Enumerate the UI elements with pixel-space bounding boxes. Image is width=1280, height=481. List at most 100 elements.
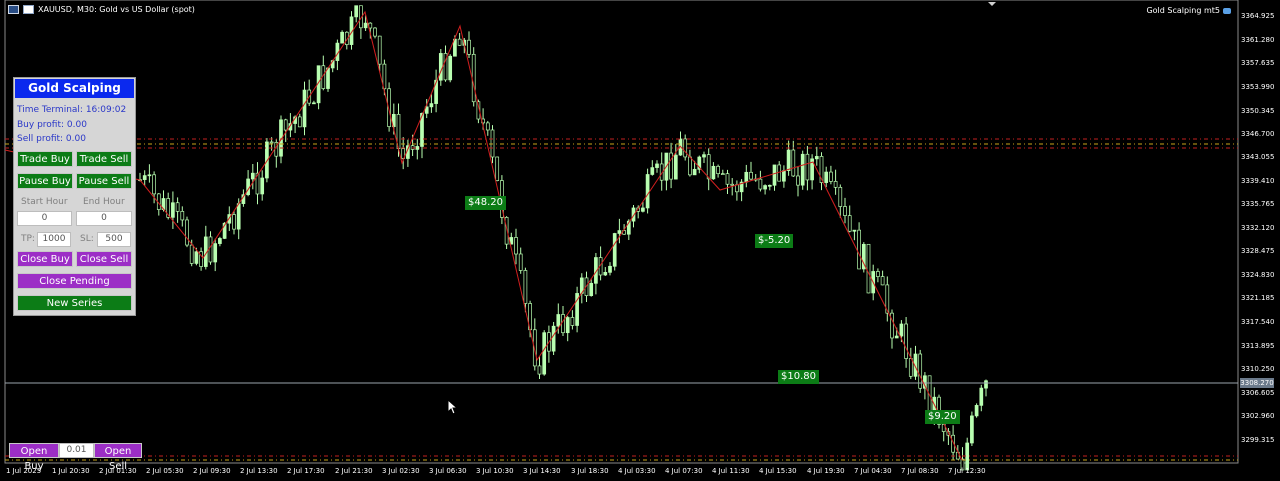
candle-body (852, 229, 857, 232)
expert-advisor-label[interactable]: Gold Scalping mt5 (1146, 6, 1231, 15)
price-label: 3317.540 (1241, 318, 1275, 326)
candle-body (415, 146, 420, 150)
time-label: 2 Jul 05:30 (146, 467, 184, 475)
mouse-cursor-icon (447, 399, 457, 415)
candle-body (312, 102, 316, 105)
candle-body (236, 203, 241, 230)
pause-buy-button[interactable]: Pause Buy (17, 173, 73, 189)
time-label: 4 Jul 07:30 (665, 467, 703, 475)
shift-marker (988, 2, 996, 6)
candle-body (984, 380, 988, 389)
time-label: 2 Jul 09:30 (193, 467, 231, 475)
candle-body (354, 5, 359, 18)
lot-input[interactable]: 0.01 (59, 443, 94, 458)
profit-tag: $10.80 (778, 370, 819, 384)
new-series-button[interactable]: New Series (17, 295, 132, 311)
candle-body (617, 230, 622, 234)
candle-body (857, 229, 861, 270)
candle-body (814, 156, 819, 160)
candle-body (772, 164, 777, 186)
candle-body (782, 170, 786, 182)
candle-body (744, 171, 749, 183)
candle-body (429, 103, 434, 108)
candle-body (824, 171, 829, 183)
buy-profit: Buy profit: 0.00 (17, 120, 87, 130)
expert-hat-icon (1223, 7, 1231, 14)
candle-body (692, 168, 697, 176)
close-pending-button[interactable]: Close Pending (17, 273, 132, 289)
candle-body (763, 185, 767, 190)
trade-buy-button[interactable]: Trade Buy (17, 151, 73, 167)
candle-body (908, 358, 913, 377)
candle-body (786, 149, 791, 171)
candle-body (471, 54, 476, 103)
candle-body (438, 53, 443, 81)
open-sell-button[interactable]: Open Sell (94, 443, 142, 472)
candle-body (777, 164, 782, 182)
candle-body (735, 184, 739, 193)
candle-body (767, 184, 772, 187)
candle-body (250, 172, 255, 180)
candle-body (894, 335, 899, 339)
candle-body (683, 138, 688, 158)
price-label: 3357.635 (1241, 59, 1275, 67)
chart-icon[interactable] (8, 5, 19, 14)
price-label: 3299.315 (1241, 436, 1275, 444)
candle-body (561, 314, 565, 334)
price-chart[interactable] (0, 0, 1280, 481)
time-label: 3 Jul 14:30 (523, 467, 561, 475)
time-label: 4 Jul 19:30 (807, 467, 845, 475)
price-label: 3361.280 (1241, 36, 1275, 44)
time-label: 2 Jul 21:30 (335, 467, 373, 475)
close-sell-button[interactable]: Close Sell (76, 251, 132, 267)
price-label: 3343.055 (1241, 153, 1275, 161)
candle-body (612, 233, 617, 267)
price-label: 3364.925 (1241, 12, 1275, 20)
candle-body (189, 244, 194, 264)
window-icon[interactable] (23, 5, 34, 14)
price-label: 3310.250 (1241, 365, 1275, 373)
candle-body (979, 387, 984, 406)
close-buy-button[interactable]: Close Buy (17, 251, 73, 267)
candle-body (720, 173, 725, 176)
time-label: 7 Jul 12:30 (948, 467, 986, 475)
candle-body (838, 186, 843, 207)
candle-body (297, 116, 302, 128)
candle-body (843, 206, 847, 216)
tp-input[interactable]: 1000 (37, 232, 71, 247)
time-label: 3 Jul 02:30 (382, 467, 420, 475)
candle-body (603, 271, 608, 276)
trade-sell-button[interactable]: Trade Sell (76, 151, 132, 167)
candle-body (213, 243, 218, 263)
start-hour-input[interactable]: 0 (17, 211, 72, 226)
panel-title[interactable]: Gold Scalping (15, 79, 134, 98)
candle-body (749, 171, 753, 180)
price-label: 3313.895 (1241, 342, 1275, 350)
end-hour-input[interactable]: 0 (76, 211, 132, 226)
candle-body (180, 211, 185, 221)
open-buy-button[interactable]: Open Buy (9, 443, 59, 472)
candle-body (518, 253, 523, 271)
candle-body (246, 178, 250, 196)
time-label: 7 Jul 08:30 (901, 467, 939, 475)
sl-input[interactable]: 500 (97, 232, 131, 247)
candle-body (457, 38, 462, 46)
time-label: 3 Jul 06:30 (429, 467, 467, 475)
pause-sell-button[interactable]: Pause Sell (76, 173, 132, 189)
time-label: 7 Jul 04:30 (854, 467, 892, 475)
candle-body (965, 442, 970, 471)
candle-body (791, 149, 796, 177)
candle-body (171, 202, 175, 218)
time-label: 4 Jul 11:30 (712, 467, 750, 475)
candle-body (175, 202, 180, 212)
candle-body (706, 154, 711, 180)
candle-body (899, 323, 904, 337)
candle-body (232, 214, 236, 230)
candle-body (847, 215, 852, 232)
price-label: 3339.410 (1241, 177, 1275, 185)
candle-body (514, 237, 518, 255)
price-label: 3306.605 (1241, 389, 1275, 397)
candle-body (730, 183, 735, 186)
candles-layer (138, 5, 988, 471)
end-hour-label: End Hour (83, 197, 125, 207)
